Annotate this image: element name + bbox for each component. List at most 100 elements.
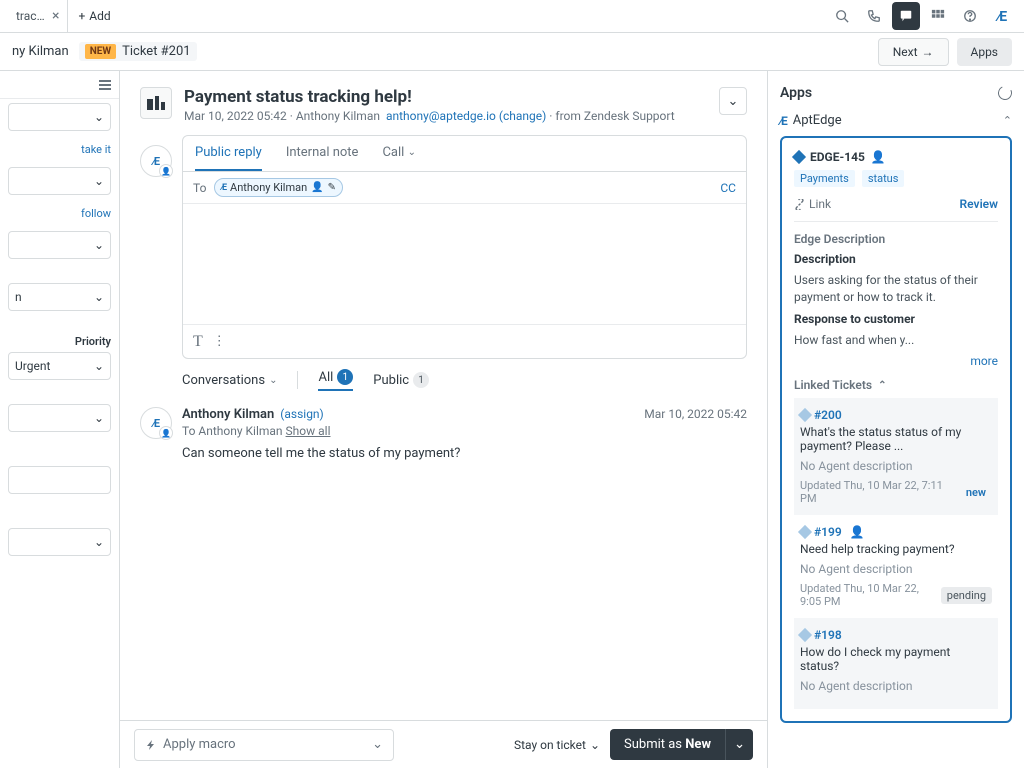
linked-title: How do I check my payment status?: [800, 645, 992, 673]
left-sidebar: ⌄ take it ⌄ follow ⌄ n⌄ Priority Urgent …: [0, 71, 120, 768]
more-link[interactable]: more: [794, 354, 998, 368]
recipient-chip[interactable]: ∕E Anthony Kilman 👤 ✎: [214, 178, 343, 197]
diamond-icon: [792, 150, 806, 164]
search-icon[interactable]: [828, 2, 856, 30]
field-dropdown-3[interactable]: ⌄: [8, 231, 111, 259]
message-time: Mar 10, 2022 05:42: [644, 407, 747, 421]
link-label[interactable]: Link: [809, 197, 831, 211]
message-to-text: To Anthony Kilman: [182, 424, 286, 438]
field-dropdown-1[interactable]: ⌄: [8, 103, 111, 131]
linked-tickets-header[interactable]: Linked Tickets ⌃: [794, 378, 998, 392]
browser-tab[interactable]: tracki… ×: [8, 0, 68, 32]
edge-id[interactable]: EDGE-145: [810, 150, 865, 164]
priority-select[interactable]: Urgent ⌄: [8, 352, 111, 380]
show-all-link[interactable]: Show all: [286, 424, 331, 438]
chevron-down-icon: ⌄: [590, 738, 600, 752]
review-link[interactable]: Review: [960, 197, 998, 211]
linked-noagent: No Agent description: [800, 562, 992, 576]
more-options-icon[interactable]: ⋮: [213, 334, 226, 349]
ticket-email[interactable]: anthony@aptedge.io: [386, 109, 496, 123]
center-panel: Payment status tracking help! Mar 10, 20…: [120, 71, 768, 768]
macro-select[interactable]: Apply macro ⌄: [134, 729, 394, 761]
next-button[interactable]: Next →: [878, 38, 949, 66]
ticket-author: Anthony Kilman: [296, 109, 380, 123]
linked-id: #200: [814, 408, 842, 422]
take-it-link[interactable]: take it: [81, 143, 111, 156]
linked-updated: Updated Thu, 10 Mar 22, 7:11 PM: [800, 479, 960, 505]
field-dropdown-6[interactable]: ⌄: [8, 528, 111, 556]
field-dropdown-2[interactable]: ⌄: [8, 167, 111, 195]
filter-all[interactable]: All 1: [318, 369, 353, 391]
macro-label: Apply macro: [163, 737, 236, 752]
context-menu-button[interactable]: ⌄: [719, 87, 747, 115]
app-header-aptedge[interactable]: ∕E AptEdge ⌃: [780, 113, 1012, 128]
tab-call[interactable]: Call ⌄: [382, 136, 415, 171]
linked-ticket-item[interactable]: #198 How do I check my payment status? N…: [794, 618, 998, 709]
stay-on-ticket[interactable]: Stay on ticket ⌄: [514, 738, 600, 752]
agent-avatar: ∕E 👤: [140, 145, 172, 177]
help-icon[interactable]: [956, 2, 984, 30]
phone-icon[interactable]: [860, 2, 888, 30]
field-dropdown-4[interactable]: n⌄: [8, 283, 111, 311]
diamond-icon: [798, 525, 812, 539]
priority-value: Urgent: [15, 359, 50, 373]
linked-updated: Updated Thu, 10 Mar 22, 9:05 PM: [800, 582, 941, 608]
edit-icon[interactable]: ✎: [328, 182, 336, 193]
user-icon: 👤: [871, 150, 886, 164]
submit-button[interactable]: Submit as New: [610, 729, 725, 760]
diamond-icon: [798, 408, 812, 422]
filter-public-label: Public: [373, 373, 409, 388]
message-body: Can someone tell me the status of my pay…: [182, 446, 747, 461]
tab-public-reply[interactable]: Public reply: [195, 136, 262, 171]
diamond-icon: [798, 628, 812, 642]
filter-public[interactable]: Public 1: [373, 372, 429, 388]
status-badge: NEW: [85, 44, 116, 59]
linked-id: #198: [814, 628, 842, 642]
edge-tag[interactable]: status: [862, 170, 905, 187]
conversations-label: Conversations: [182, 373, 265, 388]
cc-button[interactable]: CC: [720, 181, 736, 195]
field-input-1[interactable]: [8, 466, 111, 494]
ticket-meta: Mar 10, 2022 05:42 · Anthony Kilman anth…: [184, 109, 707, 123]
arrow-right-icon: →: [922, 45, 934, 59]
field-dropdown-5[interactable]: ⌄: [8, 404, 111, 432]
conversations-filter[interactable]: Conversations ⌄: [182, 373, 277, 388]
refresh-icon[interactable]: [996, 84, 1014, 102]
linked-tickets-label: Linked Tickets: [794, 378, 872, 392]
text-format-icon[interactable]: T: [193, 333, 203, 351]
description-heading: Description: [794, 252, 998, 266]
linked-ticket-item[interactable]: #199👤 Need help tracking payment? No Age…: [794, 515, 998, 618]
edge-tag[interactable]: Payments: [794, 170, 855, 187]
user-status-icon: 👤: [159, 164, 173, 178]
chat-icon[interactable]: [892, 2, 920, 30]
user-icon: 👤: [311, 182, 323, 193]
tab-internal-note[interactable]: Internal note: [286, 136, 359, 171]
chevron-down-icon: ⌄: [269, 375, 277, 386]
follow-link[interactable]: follow: [81, 207, 111, 220]
sidebar-collapse-row[interactable]: [0, 71, 119, 99]
chevron-down-icon: ⌄: [94, 535, 104, 549]
linked-ticket-item[interactable]: #200 What's the status status of my paym…: [794, 398, 998, 515]
user-icon: 👤: [850, 525, 865, 539]
recipient-avatar-icon: ∕E: [221, 182, 226, 193]
next-label: Next: [893, 45, 918, 59]
close-icon[interactable]: ×: [52, 8, 59, 24]
ticket-title: Payment status tracking help!: [184, 87, 707, 107]
stay-label: Stay on ticket: [514, 738, 586, 752]
apps-panel: Apps ∕E AptEdge ⌃ EDGE-145 👤 Payments st…: [768, 71, 1024, 768]
brand-logo[interactable]: ∕E: [988, 2, 1016, 30]
tab-call-label: Call: [382, 145, 404, 160]
subheader: ny Kilman NEW Ticket #201 Next → Apps: [0, 33, 1024, 71]
linked-status: new: [960, 484, 992, 501]
add-tab-button[interactable]: + Add: [68, 9, 120, 23]
change-link[interactable]: (change): [499, 109, 546, 123]
lightning-icon: [145, 739, 157, 751]
ticket-time: Mar 10, 2022 05:42: [184, 109, 287, 123]
filter-public-count: 1: [413, 372, 429, 388]
editor-textarea[interactable]: [183, 204, 746, 324]
apps-toggle-button[interactable]: Apps: [957, 38, 1013, 66]
grid-icon[interactable]: [924, 2, 952, 30]
submit-dropdown[interactable]: ⌄: [725, 729, 753, 760]
chevron-down-icon: ⌄: [94, 290, 104, 304]
assign-link[interactable]: (assign): [280, 407, 323, 421]
